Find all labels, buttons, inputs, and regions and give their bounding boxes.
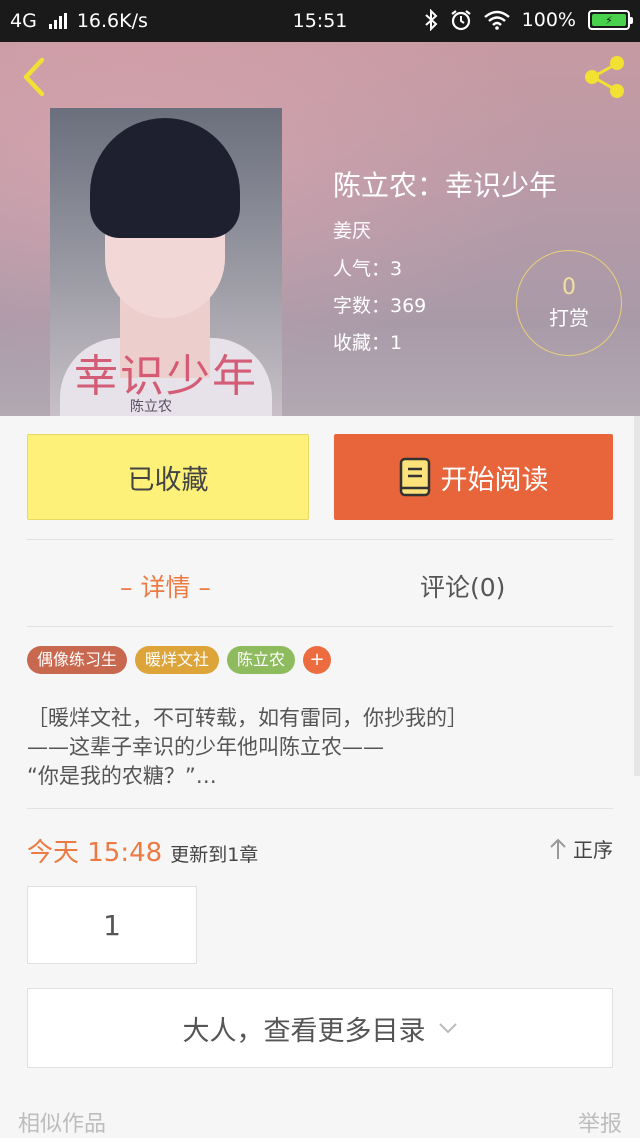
description-line: “你是我的农糖？”…	[27, 764, 217, 788]
scrollbar[interactable]	[634, 416, 640, 776]
favorited-button[interactable]: 已收藏	[27, 434, 309, 520]
status-bar: 4G 16.6K/s 15:51 100% ⚡	[0, 0, 640, 42]
favorited-label: 已收藏	[127, 464, 209, 496]
book-cover: 幸识少年 陈立农	[50, 108, 282, 416]
sort-label: 正序	[573, 838, 613, 862]
tag-list: 偶像练习生 暖烊文社 陈立农 +	[27, 646, 332, 674]
alarm-icon	[451, 10, 471, 31]
more-catalog-label: 大人，查看更多目录	[182, 1015, 426, 1047]
back-arrow-icon[interactable]	[18, 56, 54, 98]
tab-comments[interactable]: 评论(0)	[420, 568, 505, 604]
start-reading-button[interactable]: 开始阅读	[334, 434, 613, 520]
tab-detail[interactable]: – 详情 –	[120, 568, 211, 604]
chapter-item[interactable]: 1	[27, 886, 197, 964]
start-reading-label: 开始阅读	[440, 464, 549, 496]
reward-button[interactable]: 0 打赏	[516, 250, 622, 356]
reward-label: 打赏	[549, 306, 589, 330]
book-favorites: 收藏：1	[333, 332, 403, 354]
cover-title: 幸识少年	[74, 351, 258, 402]
add-tag-button[interactable]: +	[303, 646, 332, 674]
description-line: ——这辈子幸识的少年他叫陈立农——	[27, 735, 384, 759]
share-icon[interactable]	[580, 52, 630, 102]
bluetooth-icon	[425, 9, 438, 31]
book-header: 幸识少年 陈立农 陈立农：幸识少年 姜厌 人气：3 字数：369 收藏：1 0 …	[0, 42, 640, 416]
sort-up-arrow-icon	[550, 838, 566, 859]
cover-author: 陈立农	[130, 399, 172, 415]
chevron-down-icon	[438, 1023, 457, 1034]
divider	[27, 808, 613, 809]
similar-works-label[interactable]: 相似作品	[18, 1106, 106, 1138]
battery-percent: 100%	[521, 9, 576, 31]
battery-icon: ⚡	[588, 10, 633, 30]
update-info: 今天 15:48 更新到1章	[27, 832, 258, 869]
status-right: 100% ⚡	[424, 9, 633, 31]
wifi-icon	[483, 10, 510, 30]
report-link[interactable]: 举报	[578, 1106, 622, 1138]
book-word-count: 字数：369	[333, 295, 427, 317]
book-author[interactable]: 姜厌	[333, 216, 371, 243]
more-catalog-button[interactable]: 大人，查看更多目录	[27, 988, 613, 1068]
book-description[interactable]: ［暖烊文社，不可转载，如有雷同，你抄我的］ ——这辈子幸识的少年他叫陈立农—— …	[27, 704, 468, 791]
tag-item[interactable]: 暖烊文社	[135, 646, 220, 674]
tag-item[interactable]: 偶像练习生	[27, 646, 128, 674]
book-title: 陈立农：幸识少年	[333, 169, 558, 202]
book-icon	[399, 457, 430, 497]
description-line: ［暖烊文社，不可转载，如有雷同，你抄我的］	[27, 706, 468, 730]
sort-toggle[interactable]: 正序	[549, 834, 613, 863]
divider	[27, 539, 613, 540]
divider	[27, 626, 613, 627]
update-time: 今天 15:48	[27, 838, 163, 868]
tag-item[interactable]: 陈立农	[227, 646, 296, 674]
book-popularity: 人气：3	[333, 258, 403, 280]
reward-count: 0	[562, 275, 576, 300]
update-text: 更新到1章	[170, 844, 259, 866]
